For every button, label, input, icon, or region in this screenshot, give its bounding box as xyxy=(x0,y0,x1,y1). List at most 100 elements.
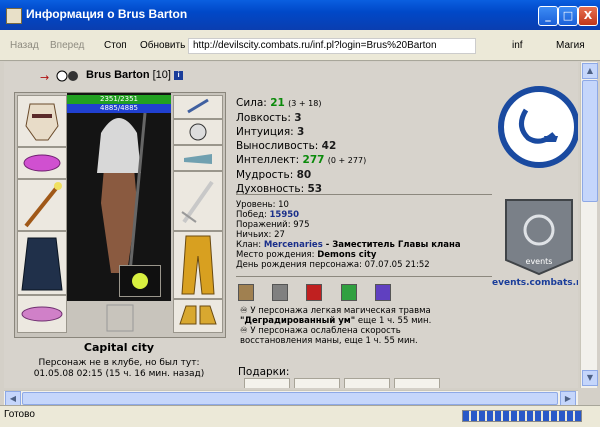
events-logo[interactable]: events xyxy=(498,194,578,276)
close-button[interactable]: X xyxy=(578,6,598,26)
effect-icon[interactable] xyxy=(340,284,357,301)
emblem-icon xyxy=(106,304,134,332)
magic-link[interactable]: Магия xyxy=(556,40,585,51)
stat-strength: Сила: 21 (3 + 18) xyxy=(236,97,322,109)
effect-icon[interactable] xyxy=(306,284,323,301)
horizontal-scrollbar[interactable]: ◀ ▶ xyxy=(4,390,578,406)
effect-icon[interactable] xyxy=(272,284,289,301)
earring-icon xyxy=(187,98,209,114)
boots-slot[interactable] xyxy=(173,299,223,333)
arrow-icon: → xyxy=(40,71,50,84)
scroll-up-arrow[interactable]: ▲ xyxy=(582,63,598,79)
status-text: Готово xyxy=(4,409,35,420)
last-seen-line2: 01.05.08 02:15 (15 ч. 16 мин. назад) xyxy=(33,369,205,379)
pants-icon xyxy=(181,235,215,295)
character-level: [10] xyxy=(152,69,171,81)
helmet-icon xyxy=(25,103,59,141)
bracelet-icon xyxy=(23,154,61,172)
effect-icon[interactable] xyxy=(238,284,254,301)
refresh-button[interactable]: Обновить xyxy=(140,40,185,51)
info-level: Уровень: 10 xyxy=(236,200,289,210)
legs-slot[interactable] xyxy=(173,231,223,299)
equipment-frame: 2351/2351 4885/4885 xyxy=(14,92,226,338)
title-bar[interactable]: Информация о Brus Barton _ □ X xyxy=(0,0,600,30)
gifts-label: Подарки: xyxy=(238,366,290,378)
stop-button[interactable]: Стоп xyxy=(104,40,127,51)
scroll-left-arrow[interactable]: ◀ xyxy=(5,391,21,406)
forward-button[interactable]: Вперед xyxy=(50,40,84,51)
info-losses: Поражений: 975 xyxy=(236,220,310,230)
window-app-icon xyxy=(6,8,22,24)
helmet-slot[interactable] xyxy=(17,95,67,147)
stats-block: Сила: 21 (3 + 18) Ловкость: 3 Интуиция: … xyxy=(236,96,366,196)
maximize-button[interactable]: □ xyxy=(558,6,578,26)
gift-slot[interactable] xyxy=(294,378,340,388)
offhand-slot[interactable] xyxy=(173,171,223,231)
belt-icon xyxy=(21,306,63,322)
vertical-scrollbar[interactable]: ▲ ▼ xyxy=(580,62,598,388)
info-block: Уровень: 10 Побед: 15950 Поражений: 975 … xyxy=(236,200,461,270)
clan-logo[interactable] xyxy=(498,86,578,168)
divider xyxy=(236,276,492,277)
trauma-line4: восстановления маны, еще 1 ч. 55 мин. xyxy=(240,336,418,346)
align-icon xyxy=(56,70,78,82)
browser-toolbar: Назад Вперед Стоп Обновить http://devils… xyxy=(0,30,600,61)
city-name: Capital city xyxy=(83,341,155,354)
info-icon[interactable]: i xyxy=(174,70,184,80)
trauma-line3: ♾ У персонажа ослаблена скорость xyxy=(240,326,401,336)
divider xyxy=(236,194,492,195)
last-seen-line1: Персонаж не в клубе, но был тут: xyxy=(38,358,200,368)
character-name-line: Brus Barton [10] i xyxy=(86,69,184,81)
scroll-right-arrow[interactable]: ▶ xyxy=(560,391,576,406)
last-seen: Персонаж не в клубе, но был тут: 01.05.0… xyxy=(14,358,224,380)
info-draws: Ничьих: 27 xyxy=(236,230,285,240)
minimize-button[interactable]: _ xyxy=(538,6,558,26)
gift-slot[interactable] xyxy=(344,378,390,388)
clan-link[interactable]: Mercenaries xyxy=(264,240,323,250)
weapon-slot[interactable] xyxy=(17,179,67,231)
earring-slot[interactable] xyxy=(173,95,223,119)
window-title: Информация о Brus Barton xyxy=(26,7,188,21)
stat-wisdom: Мудрость: 80 xyxy=(236,169,312,181)
staff-icon xyxy=(24,182,62,228)
amulet-slot[interactable] xyxy=(173,119,223,145)
effect-icon[interactable] xyxy=(374,284,391,301)
hp-bar: 2351/2351 xyxy=(67,95,171,104)
stat-intellect: Интеллект: 277 (0 + 277) xyxy=(236,154,367,166)
info-wins: Побед: 15950 xyxy=(236,210,300,220)
address-field[interactable]: http://devilscity.combats.ru/inf.pl?logi… xyxy=(188,38,476,54)
belt-slot[interactable] xyxy=(17,295,67,333)
stat-agility: Ловкость: 3 xyxy=(236,112,302,124)
trauma-line1: ♾ У персонажа легкая магическая травма xyxy=(240,306,431,316)
info-birthday: День рождения персонажа: 07.07.05 21:52 xyxy=(236,260,430,270)
info-birthplace: Место рождения: Demons city xyxy=(236,250,377,260)
effects-row xyxy=(238,284,406,304)
robe-icon xyxy=(21,237,63,291)
events-logo-text: events xyxy=(526,257,553,266)
progress-bar xyxy=(462,410,582,422)
events-link[interactable]: events.combats.ru xyxy=(492,278,578,288)
gift-slot[interactable] xyxy=(394,378,440,388)
stat-endurance: Выносливость: 42 xyxy=(236,140,337,152)
scroll-down-arrow[interactable]: ▼ xyxy=(582,370,598,386)
gloves-slot[interactable] xyxy=(173,145,223,171)
trauma-block: ♾ У персонажа легкая магическая травма "… xyxy=(240,306,431,346)
ring-slot[interactable] xyxy=(119,265,161,297)
vertical-scroll-thumb[interactable] xyxy=(582,80,598,202)
bracelet-slot[interactable] xyxy=(17,147,67,179)
status-bar: Готово xyxy=(0,405,600,427)
glowing-orb-icon xyxy=(132,273,148,289)
gift-slot[interactable] xyxy=(244,378,290,388)
back-button[interactable]: Назад xyxy=(10,40,39,51)
info-clan: Клан: Mercenaries - Заместитель Главы кл… xyxy=(236,240,461,250)
boots-icon xyxy=(179,305,217,325)
inf-link[interactable]: inf xyxy=(512,40,523,51)
trauma-line2: "Деградированный ум" еще 1 ч. 55 мин. xyxy=(240,316,432,326)
gloves-icon xyxy=(184,154,212,164)
amulet-icon xyxy=(189,123,207,141)
armor-slot[interactable] xyxy=(17,231,67,295)
character-name: Brus Barton xyxy=(86,69,150,81)
horizontal-scroll-thumb[interactable] xyxy=(22,392,558,405)
mana-bar: 4885/4885 xyxy=(67,104,171,113)
sword-icon xyxy=(181,180,214,224)
